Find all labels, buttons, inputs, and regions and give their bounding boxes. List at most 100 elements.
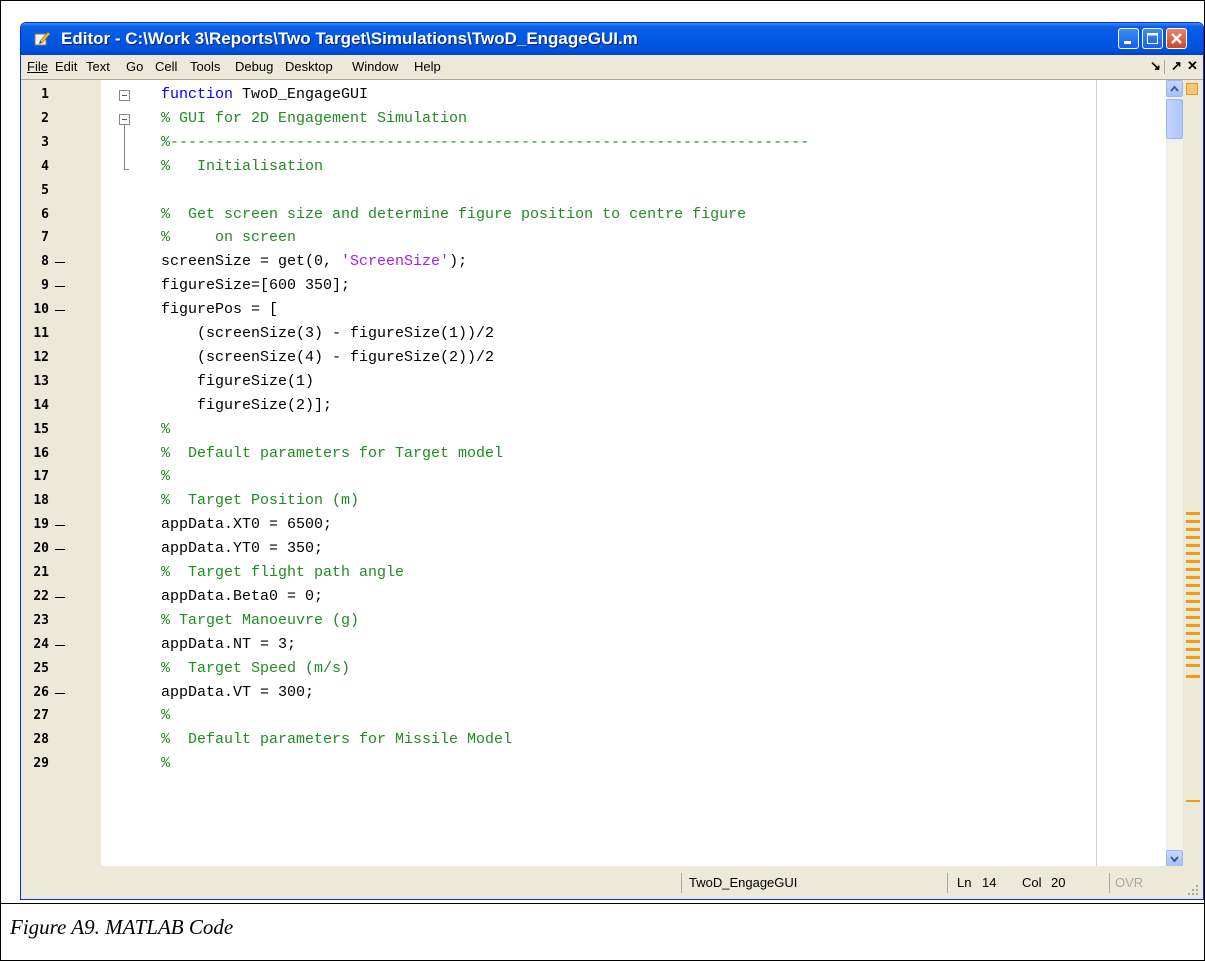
mlint-warning-marker[interactable] [1186, 568, 1200, 571]
line-number: 23 [33, 612, 49, 628]
code-line[interactable]: % GUI for 2D Engagement Simulation [161, 110, 467, 127]
code-line[interactable]: % Target Position (m) [161, 492, 359, 509]
code-line[interactable]: figureSize(1) [161, 373, 314, 390]
breakpoint-dash[interactable] [55, 310, 65, 312]
menu-go[interactable]: Go [126, 59, 143, 74]
menu-help[interactable]: Help [414, 59, 441, 74]
menu-tools[interactable]: Tools [190, 59, 220, 74]
code-line[interactable]: % [161, 421, 170, 438]
undock-button[interactable]: ↘ [1150, 58, 1161, 74]
code-line[interactable]: % Default parameters for Target model [161, 445, 503, 462]
menu-debug[interactable]: Debug [235, 59, 273, 74]
dock-button[interactable]: ↗ [1171, 58, 1182, 74]
mlint-warning-marker[interactable] [1186, 656, 1200, 659]
fold-toggle-icon[interactable] [119, 114, 130, 125]
menu-cell[interactable]: Cell [155, 59, 177, 74]
mlint-warning-marker[interactable] [1186, 608, 1200, 611]
mlint-warning-marker[interactable] [1186, 536, 1200, 539]
minimize-button[interactable] [1118, 28, 1139, 49]
mlint-warning-marker[interactable] [1186, 624, 1200, 627]
mlint-warning-marker[interactable] [1186, 664, 1200, 667]
close-window-button[interactable] [1166, 28, 1187, 49]
menu-file[interactable]: File [27, 59, 48, 74]
breakpoint-dash[interactable] [55, 262, 65, 264]
mlint-warning-marker[interactable] [1186, 544, 1200, 547]
menu-text[interactable]: Text [86, 59, 110, 74]
vertical-scrollbar[interactable] [1166, 80, 1183, 867]
menu-desktop-label: Desktop [285, 59, 333, 74]
mlint-warning-marker[interactable] [1186, 584, 1200, 587]
mlint-warning-marker[interactable] [1186, 528, 1200, 531]
line-number: 22 [33, 588, 49, 604]
breakpoint-dash[interactable] [55, 692, 65, 694]
breakpoint-dash[interactable] [55, 525, 65, 527]
code-line[interactable]: (screenSize(3) - figureSize(1))/2 [161, 325, 494, 342]
code-line[interactable]: appData.NT = 3; [161, 636, 296, 653]
code-line[interactable]: screenSize = get(0, 'ScreenSize'); [161, 253, 467, 270]
fold-toggle-icon[interactable] [119, 90, 130, 101]
code-line[interactable]: % Get screen size and determine figure p… [161, 206, 746, 223]
code-line[interactable]: figureSize(2)]; [161, 397, 332, 414]
menu-edit[interactable]: Edit [55, 59, 77, 74]
code-editor[interactable]: 1 2 3 4 5 6 7 8 9 10 11 12 13 14 15 16 17 18 19 20 21 22 23 24 2… [21, 79, 1203, 867]
code-text-area[interactable]: function TwoD_EngageGUI % GUI for 2D Enga… [101, 80, 1166, 867]
mlint-warning-marker[interactable] [1186, 632, 1200, 635]
scroll-thumb[interactable] [1166, 99, 1183, 139]
mlint-warning-marker[interactable] [1186, 552, 1200, 555]
line-number: 7 [41, 230, 49, 246]
resize-grip-icon[interactable] [1187, 884, 1200, 897]
code-line[interactable]: % on screen [161, 229, 296, 246]
code-line[interactable]: appData.XT0 = 6500; [161, 516, 332, 533]
mlint-warning-marker[interactable] [1186, 800, 1200, 802]
close-document-button[interactable]: ✕ [1187, 58, 1198, 74]
close-document-icon: ✕ [1187, 58, 1198, 73]
scroll-up-button[interactable] [1166, 80, 1183, 97]
code-line[interactable]: appData.Beta0 = 0; [161, 588, 323, 605]
mlint-warning-marker[interactable] [1186, 640, 1200, 643]
maximize-button[interactable] [1142, 28, 1163, 49]
menu-window[interactable]: Window [352, 59, 398, 74]
code-line[interactable]: % [161, 468, 170, 485]
code-line[interactable]: (screenSize(4) - figureSize(2))/2 [161, 349, 494, 366]
code-line[interactable]: function TwoD_EngageGUI [161, 86, 368, 103]
breakpoint-dash[interactable] [55, 286, 65, 288]
mlint-warning-marker[interactable] [1186, 675, 1200, 678]
menu-cell-label: Cell [155, 59, 178, 74]
line-number: 18 [33, 493, 49, 509]
mlint-warning-marker[interactable] [1186, 600, 1200, 603]
mlint-warning-marker[interactable] [1186, 576, 1200, 579]
breakpoint-dash[interactable] [55, 644, 65, 646]
mlint-warning-marker[interactable] [1186, 512, 1200, 515]
scroll-down-button[interactable] [1166, 850, 1183, 867]
code-line[interactable]: % [161, 707, 170, 724]
arrow-down-icon [1170, 856, 1179, 863]
fold-guide-line [124, 125, 125, 169]
mlint-warning-marker[interactable] [1186, 616, 1200, 619]
code-line[interactable]: % Target flight path angle [161, 564, 404, 581]
code-line[interactable]: figurePos = [ [161, 301, 278, 318]
line-number: 14 [33, 397, 49, 413]
code-line[interactable]: % Target Manoeuvre (g) [161, 612, 359, 629]
menu-window-label: Window [352, 59, 399, 74]
code-line[interactable]: % Default parameters for Missile Model [161, 731, 512, 748]
breakpoint-dash[interactable] [55, 549, 65, 551]
title-bar[interactable]: Editor - C:\Work 3\Reports\Two Target\Si… [21, 23, 1203, 55]
code-line[interactable]: appData.VT = 300; [161, 684, 314, 701]
mlint-warning-marker[interactable] [1186, 560, 1200, 563]
line-number: 15 [33, 421, 49, 437]
code-line[interactable]: % [161, 755, 170, 772]
code-line[interactable]: appData.YT0 = 350; [161, 540, 323, 557]
line-number: 1 [41, 87, 49, 102]
code-line[interactable]: % Target Speed (m/s) [161, 660, 350, 677]
mlint-warning-marker[interactable] [1186, 520, 1200, 523]
status-ovr: OVR [1115, 875, 1144, 890]
code-line[interactable]: %---------------------------------------… [161, 134, 809, 151]
mlint-warning-marker[interactable] [1186, 648, 1200, 651]
mlint-warning-marker[interactable] [1186, 592, 1200, 595]
menu-desktop[interactable]: Desktop [285, 59, 333, 74]
mlint-status-indicator[interactable] [1186, 83, 1198, 95]
breakpoint-dash[interactable] [55, 596, 65, 598]
code-line[interactable]: % Initialisation [161, 158, 323, 175]
code-line[interactable]: figureSize=[600 350]; [161, 277, 350, 294]
mlint-message-bar[interactable] [1183, 80, 1203, 867]
